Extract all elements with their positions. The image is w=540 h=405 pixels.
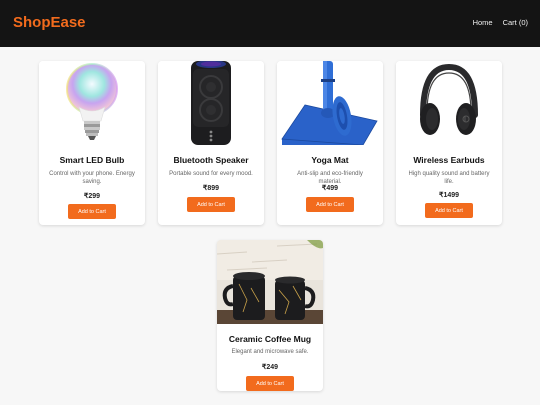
add-to-cart-button[interactable]: Add to Cart bbox=[187, 197, 235, 212]
yoga-mat-image bbox=[277, 61, 383, 145]
product-price: ₹899 bbox=[202, 185, 220, 192]
product-description: Elegant and microwave safe. bbox=[231, 349, 309, 355]
product-card-wireless-earbuds: Wireless Earbuds High quality sound and … bbox=[396, 61, 502, 225]
smart-bulb-image bbox=[39, 61, 145, 145]
product-card-bluetooth-speaker: Bluetooth Speaker Portable sound for eve… bbox=[158, 61, 264, 225]
product-price: ₹499 bbox=[321, 185, 339, 192]
product-name: Yoga Mat bbox=[311, 155, 349, 165]
product-price: ₹249 bbox=[261, 364, 279, 371]
product-name: Bluetooth Speaker bbox=[173, 155, 249, 165]
product-name: Smart LED Bulb bbox=[59, 155, 125, 165]
coffee-mugs-image bbox=[217, 240, 323, 324]
speaker-image bbox=[158, 61, 264, 145]
nav-home-link[interactable]: Home bbox=[473, 18, 493, 27]
product-card-yoga-mat: Yoga Mat Anti-slip and eco-friendly mate… bbox=[277, 61, 383, 225]
product-description: Control with your phone. Energy saving. bbox=[49, 171, 135, 185]
product-card-ceramic-coffee-mug: Ceramic Coffee Mug Elegant and microwave… bbox=[217, 240, 323, 391]
product-description: Portable sound for every mood. bbox=[169, 171, 253, 177]
brand-logo[interactable]: ShopEase bbox=[13, 14, 86, 31]
product-name: Ceramic Coffee Mug bbox=[228, 334, 312, 344]
add-to-cart-button[interactable]: Add to Cart bbox=[246, 376, 294, 391]
nav-cart-link[interactable]: Cart (0) bbox=[503, 18, 528, 27]
nav-links: Home Cart (0) bbox=[473, 18, 528, 27]
product-price: ₹1499 bbox=[438, 192, 460, 199]
headphones-image bbox=[396, 61, 502, 145]
add-to-cart-button[interactable]: Add to Cart bbox=[306, 197, 354, 212]
product-card-smart-led-bulb: Smart LED Bulb Control with your phone. … bbox=[39, 61, 145, 225]
navbar: ShopEase Home Cart (0) bbox=[0, 0, 540, 47]
add-to-cart-button[interactable]: Add to Cart bbox=[425, 203, 473, 218]
add-to-cart-button[interactable]: Add to Cart bbox=[68, 204, 116, 219]
product-description: High quality sound and battery life. bbox=[408, 171, 490, 185]
product-price: ₹299 bbox=[83, 193, 101, 200]
product-name: Wireless Earbuds bbox=[413, 155, 485, 165]
